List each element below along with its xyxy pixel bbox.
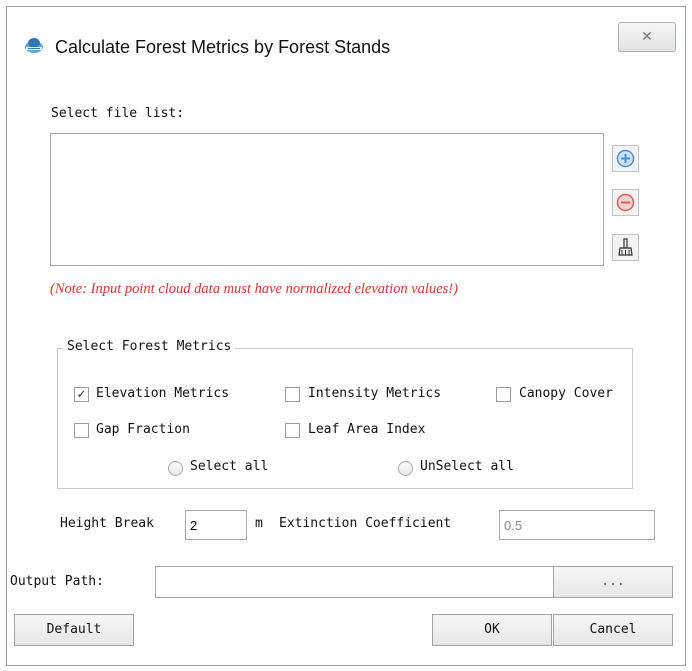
extinction-coefficient-input[interactable]: [499, 510, 655, 540]
minus-circle-icon: [616, 193, 635, 212]
title-bar: Calculate Forest Metrics by Forest Stand…: [7, 7, 685, 79]
canopy-cover-label: Canopy Cover: [519, 386, 613, 401]
close-icon: ✕: [641, 29, 653, 45]
normalization-note: (Note: Input point cloud data must have …: [50, 281, 458, 297]
leaf-area-index-checkbox[interactable]: [285, 423, 300, 438]
file-list[interactable]: [50, 133, 604, 266]
gap-fraction-checkbox[interactable]: [74, 423, 89, 438]
select-all-label: Select all: [190, 459, 269, 474]
height-break-unit: m: [255, 516, 263, 531]
cancel-button[interactable]: Cancel: [553, 614, 673, 646]
close-button[interactable]: ✕: [618, 22, 676, 52]
file-list-label: Select file list:: [51, 106, 185, 121]
extinction-coefficient-label: Extinction Coefficient: [279, 516, 452, 531]
elevation-metrics-checkbox[interactable]: ✓: [74, 387, 89, 402]
intensity-metrics-checkbox[interactable]: [285, 387, 300, 402]
clear-list-button[interactable]: [612, 234, 639, 261]
window-title: Calculate Forest Metrics by Forest Stand…: [55, 37, 391, 57]
default-button[interactable]: Default: [14, 614, 134, 646]
browse-button[interactable]: ...: [553, 566, 673, 598]
forest-metrics-group: [57, 348, 633, 489]
add-file-button[interactable]: [612, 145, 639, 172]
app-icon: [23, 34, 45, 56]
remove-file-button[interactable]: [612, 189, 639, 216]
output-path-label: Output Path:: [10, 574, 104, 589]
forest-metrics-group-title: Select Forest Metrics: [63, 339, 236, 354]
leaf-area-index-label: Leaf Area Index: [308, 422, 426, 437]
broom-icon: [618, 238, 633, 256]
output-path-input[interactable]: [155, 566, 554, 598]
height-break-label: Height Break: [60, 516, 154, 531]
canopy-cover-checkbox[interactable]: [496, 387, 511, 402]
intensity-metrics-label: Intensity Metrics: [308, 386, 442, 401]
select-all-radio[interactable]: [168, 461, 183, 476]
elevation-metrics-label: Elevation Metrics: [96, 386, 230, 401]
plus-circle-icon: [616, 149, 635, 168]
ok-button[interactable]: OK: [432, 614, 552, 646]
height-break-input[interactable]: [185, 510, 247, 540]
gap-fraction-label: Gap Fraction: [96, 422, 190, 437]
unselect-all-radio[interactable]: [398, 461, 413, 476]
unselect-all-label: UnSelect all: [420, 459, 514, 474]
